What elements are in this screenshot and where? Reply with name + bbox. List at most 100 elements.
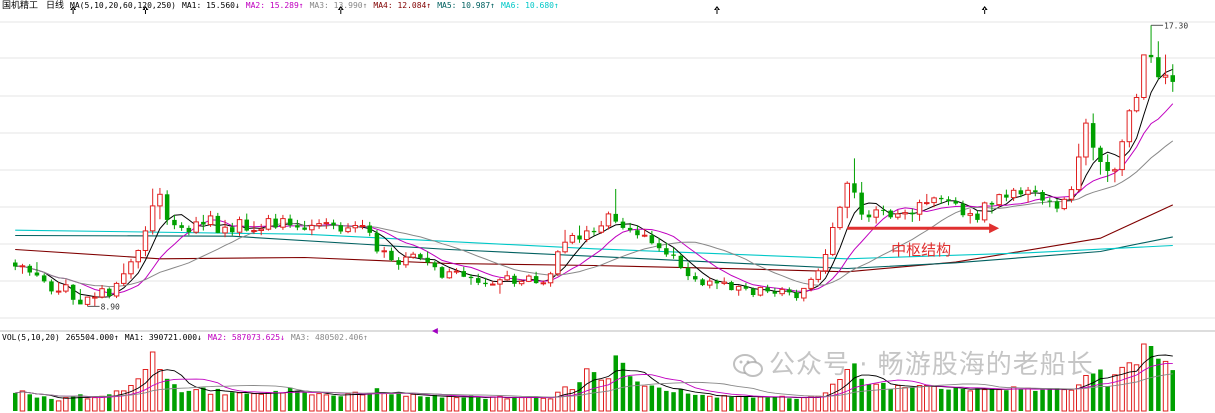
- volume-bar-70: [518, 397, 525, 412]
- candle-body-98: [721, 281, 727, 284]
- candle-body-46: [345, 227, 351, 233]
- candle-body-89: [656, 243, 662, 249]
- candle-body-97: [714, 281, 720, 284]
- candle-body-60: [446, 271, 453, 279]
- candle-body-75: [555, 251, 561, 275]
- candle-body-16: [128, 261, 134, 275]
- volume-bar-48: [359, 394, 366, 412]
- volume-bar-62: [461, 397, 466, 411]
- candle-body-35: [265, 218, 272, 230]
- candle-body-125: [916, 202, 923, 215]
- candle-body-18: [142, 230, 149, 251]
- wechat-icon: [733, 353, 763, 377]
- volume-bar-74: [547, 398, 554, 412]
- volume-bar-10: [84, 398, 91, 412]
- ma-line-ma4: [15, 204, 1174, 273]
- candle-body-65: [483, 282, 488, 285]
- volume-bar-139: [1018, 388, 1024, 411]
- candle-body-134: [981, 202, 988, 221]
- candle-body-5: [49, 281, 54, 292]
- volume-bar-3: [34, 397, 40, 411]
- candle-body-4: [41, 275, 47, 282]
- candle-body-90: [664, 248, 669, 255]
- candle-body-138: [1010, 189, 1017, 199]
- volume-bar-65: [483, 398, 488, 411]
- volume-bar-26: [201, 387, 206, 411]
- volume-bar-144: [1054, 388, 1060, 411]
- volume-bar-85: [627, 376, 633, 411]
- volume-bar-104: [765, 397, 770, 411]
- volume-bar-30: [230, 392, 235, 411]
- volume-bar-145: [1061, 389, 1067, 412]
- candle-body-42: [316, 223, 322, 227]
- candle-body-43: [323, 222, 330, 225]
- volume-bar-0: [13, 392, 18, 411]
- candle-body-129: [946, 199, 951, 201]
- candle-body-130: [953, 200, 958, 204]
- volume-bar-31: [236, 392, 243, 412]
- volume-bar-76: [562, 386, 568, 412]
- candle-body-136: [996, 194, 1002, 206]
- volume-bar-81: [598, 379, 604, 412]
- candle-body-68: [504, 275, 510, 281]
- candle-body-9: [78, 299, 83, 305]
- volume-bar-47: [352, 391, 358, 412]
- volume-bar-106: [779, 395, 785, 412]
- candle-body-160: [1170, 75, 1175, 82]
- volume-bar-72: [533, 396, 539, 411]
- candle-body-67: [497, 279, 503, 285]
- volume-bar-42: [316, 393, 322, 412]
- volume-bar-146: [1068, 389, 1075, 412]
- volume-bar-37: [280, 392, 286, 412]
- candle-body-100: [735, 285, 742, 291]
- candle-body-48: [359, 225, 366, 227]
- candle-body-128: [939, 197, 944, 200]
- candle-body-36: [273, 218, 278, 228]
- candle-body-124: [910, 212, 915, 215]
- candle-body-53: [396, 260, 401, 265]
- candle-body-91: [671, 254, 676, 256]
- candle-body-17: [135, 250, 141, 263]
- volume-bar-97: [714, 397, 720, 411]
- volume-bar-120: [881, 382, 886, 411]
- volume-bar-88: [649, 385, 655, 411]
- candle-body-121: [888, 210, 893, 218]
- volume-bar-122: [895, 385, 901, 412]
- candle-body-85: [627, 227, 633, 231]
- candle-body-127: [931, 197, 937, 204]
- volume-bar-29: [222, 394, 228, 412]
- candle-body-49: [367, 225, 372, 233]
- low-price-label: 8.90: [101, 302, 120, 311]
- volume-bar-1: [19, 390, 26, 412]
- volume-bar-54: [403, 395, 409, 412]
- candle-body-41: [309, 225, 315, 231]
- candle-body-52: [389, 250, 394, 261]
- candle-body-44: [331, 222, 336, 226]
- candle-body-131: [960, 203, 966, 216]
- annotation-arrow-head: [989, 223, 1000, 234]
- candle-body-82: [605, 213, 612, 227]
- volume-bar-39: [295, 390, 300, 411]
- volume-bar-135: [989, 388, 995, 411]
- volume-bar-125: [916, 385, 923, 412]
- event-marker-0: [70, 6, 77, 14]
- volume-bar-2: [27, 394, 32, 412]
- volume-bar-124: [910, 386, 915, 411]
- volume-bar-132: [967, 390, 973, 412]
- candle-body-12: [99, 288, 105, 298]
- volume-bar-87: [641, 385, 648, 412]
- volume-ma-value-3: MA3: 480502.406↑: [290, 333, 368, 342]
- ma-line-ma5: [15, 234, 1173, 270]
- volume-bar-14: [113, 390, 120, 412]
- volume-bar-23: [179, 392, 184, 411]
- volume-bar-35: [265, 392, 272, 412]
- volume-bar-94: [693, 394, 698, 411]
- volume-bar-113: [830, 383, 836, 412]
- candle-body-25: [193, 221, 199, 233]
- candle-body-92: [678, 255, 684, 268]
- candle-body-102: [750, 288, 756, 295]
- candle-body-158: [1156, 57, 1161, 78]
- volume-bar-119: [873, 383, 879, 412]
- candle-body-135: [989, 202, 995, 205]
- candle-body-133: [975, 213, 980, 220]
